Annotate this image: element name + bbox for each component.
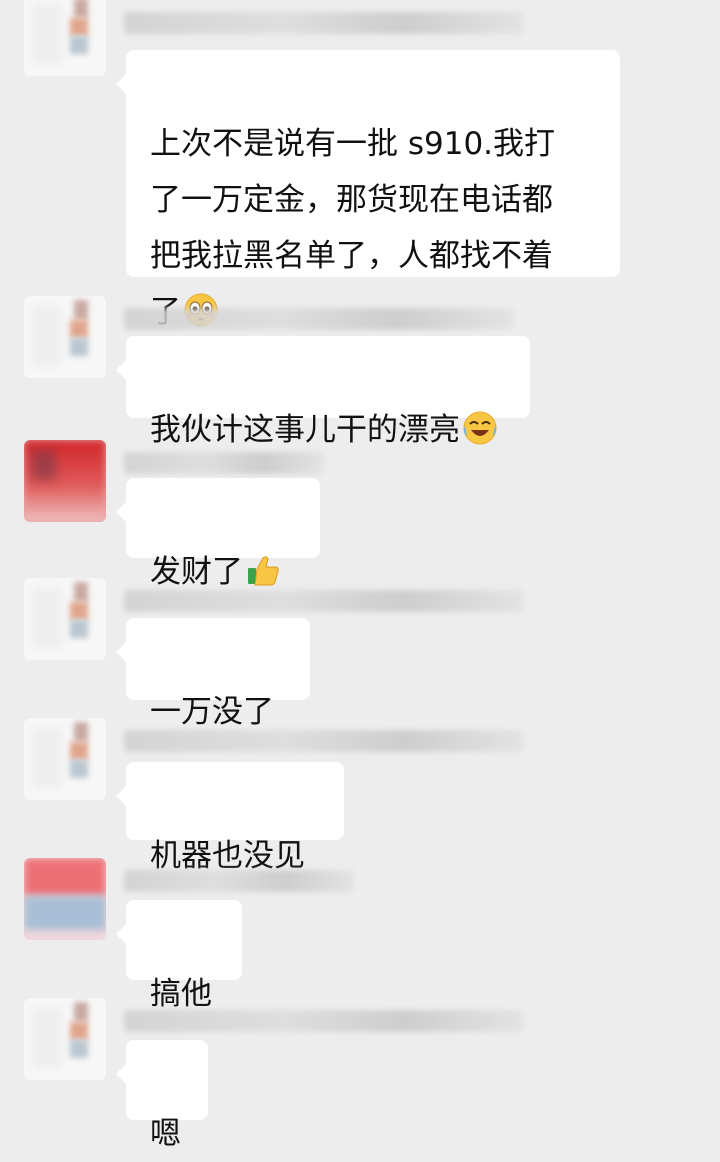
laughing-crying-face-icon: [463, 411, 497, 445]
sender-name-blurred: [124, 730, 524, 752]
message-text: 嗯: [150, 1116, 181, 1152]
message-text: 一万没了: [150, 694, 274, 730]
message-text: 搞他: [150, 976, 212, 1012]
message-bubble[interactable]: 一万没了: [116, 618, 310, 730]
message-bubble[interactable]: 搞他: [116, 900, 242, 1012]
sender-name-blurred: [124, 308, 514, 330]
sender-name-blurred: [124, 12, 524, 34]
avatar[interactable]: [24, 718, 106, 800]
avatar[interactable]: [24, 578, 106, 660]
message-bubble[interactable]: 发财了: [116, 478, 320, 590]
avatar[interactable]: [24, 858, 106, 940]
sender-name-blurred: [124, 870, 354, 892]
thumbs-up-icon: [248, 556, 279, 586]
message-bubble[interactable]: 嗯: [116, 1040, 208, 1152]
message-bubble[interactable]: 我伙计这事儿干的漂亮: [116, 336, 530, 448]
sender-name-blurred: [124, 590, 524, 612]
message-bubble[interactable]: 上次不是说有一批 s910.我打 了一万定金，那货现在电话都 把我拉黑名单了，人…: [116, 50, 620, 330]
sender-name-blurred: [124, 1010, 524, 1032]
avatar[interactable]: [24, 440, 106, 522]
avatar[interactable]: [24, 998, 106, 1080]
message-bubble[interactable]: 机器也没见: [116, 762, 344, 874]
message-text: 机器也没见: [150, 838, 305, 874]
message-text: 我伙计这事儿干的漂亮: [150, 412, 460, 448]
avatar[interactable]: [24, 0, 106, 76]
message-text: 发财了: [150, 554, 243, 590]
avatar[interactable]: [24, 296, 106, 378]
sender-name-blurred: [124, 452, 324, 474]
